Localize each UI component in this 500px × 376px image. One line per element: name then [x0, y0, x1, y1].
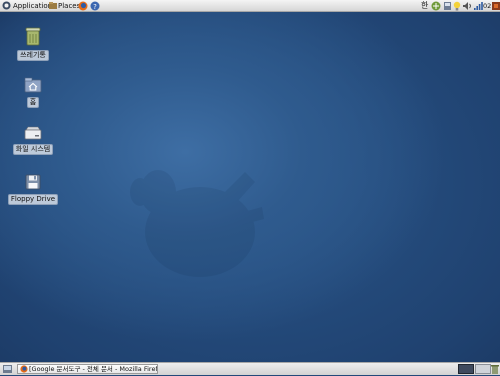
desktop-icon-home[interactable]: 홈	[5, 77, 61, 108]
signal-strength-icon[interactable]	[473, 1, 483, 11]
trash-icon	[24, 27, 42, 48]
applications-menu-icon[interactable]	[2, 1, 11, 12]
workspace-1[interactable]	[458, 364, 474, 374]
places-menu-icon[interactable]	[49, 2, 57, 12]
input-method-indicator[interactable]: 한	[421, 1, 428, 11]
firefox-window-icon	[20, 365, 28, 373]
desktop-mascot-watermark	[130, 170, 264, 277]
desktop-icon-filesystem[interactable]: 화일 시스템	[5, 126, 61, 155]
taskbar-window-title: [Google 문서도구 - 전체 문서 - Mozilla Firefox]	[29, 365, 158, 373]
desktop-icon-label: 쓰레기통	[17, 50, 49, 61]
help-icon[interactable]: ?	[90, 1, 100, 13]
workspace-2[interactable]	[475, 364, 491, 374]
desktop-icon-label: Floppy Drive	[7, 194, 59, 205]
floppy-disk-icon	[25, 174, 41, 192]
taskbar-window-button[interactable]: [Google 문서도구 - 전체 문서 - Mozilla Firefox]	[17, 364, 158, 374]
desktop-icon-floppy[interactable]: Floppy Drive	[5, 174, 61, 205]
notification-bulb-icon[interactable]	[453, 1, 461, 11]
trash-applet-icon[interactable]	[491, 364, 499, 376]
network-icon[interactable]	[431, 1, 441, 11]
shutdown-icon[interactable]	[492, 1, 500, 11]
svg-text:?: ?	[93, 3, 97, 11]
places-menu[interactable]: Places	[58, 1, 80, 11]
volume-icon[interactable]	[462, 1, 472, 11]
desktop-icon-label: 화일 시스템	[12, 144, 54, 155]
show-desktop-icon[interactable]	[3, 365, 12, 375]
desktop-icon-label: 홈	[26, 97, 40, 108]
top-panel: Applications Places ? 한 02:28	[0, 0, 500, 12]
firefox-launcher-icon[interactable]	[78, 1, 88, 13]
update-icon[interactable]	[443, 1, 452, 11]
desktop-icon-trash[interactable]: 쓰레기통	[5, 26, 61, 61]
home-folder-icon	[24, 77, 42, 95]
hard-drive-icon	[24, 126, 42, 142]
bottom-panel: [Google 문서도구 - 전체 문서 - Mozilla Firefox]	[0, 362, 500, 375]
desktop-background	[0, 12, 500, 362]
